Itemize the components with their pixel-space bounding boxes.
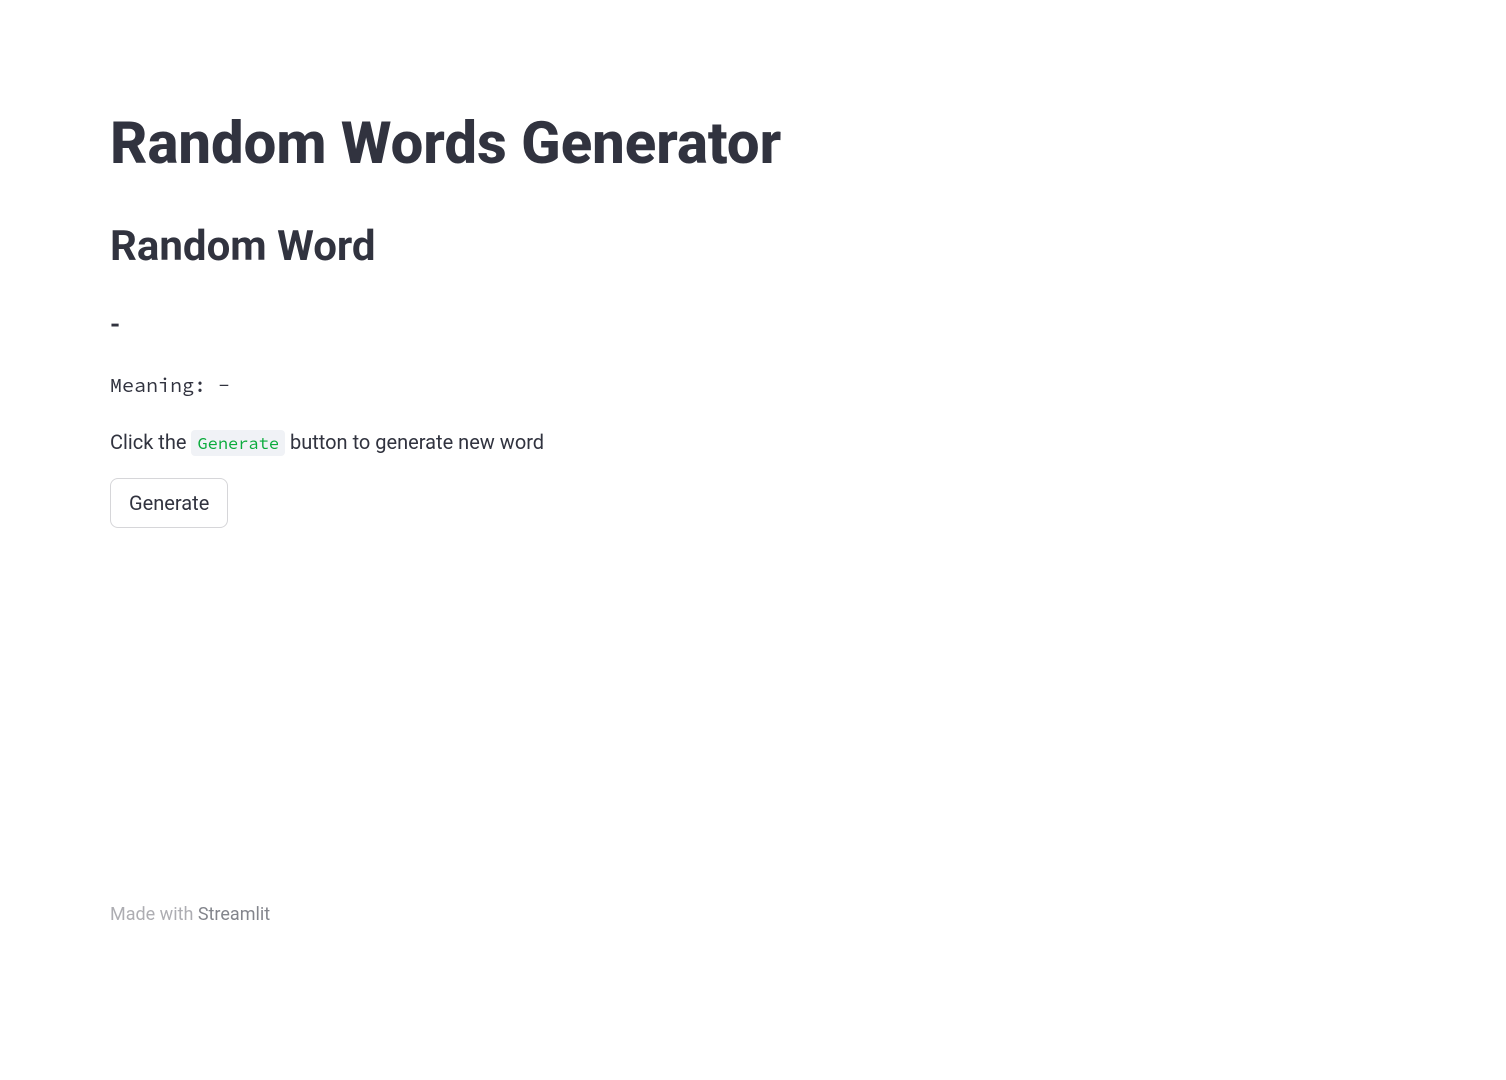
footer-brand[interactable]: Streamlit bbox=[198, 904, 270, 925]
main-content: Random Words Generator Random Word - Mea… bbox=[0, 0, 1506, 528]
section-header: Random Word bbox=[110, 222, 1396, 272]
instruction-suffix: button to generate new word bbox=[285, 430, 544, 454]
generate-button[interactable]: Generate bbox=[110, 478, 228, 528]
word-display: - bbox=[110, 310, 1396, 341]
meaning-line: Meaning: - bbox=[110, 373, 1396, 398]
meaning-label: Meaning: bbox=[110, 373, 218, 398]
footer-prefix: Made with bbox=[110, 904, 198, 925]
instruction-text: Click the Generate button to generate ne… bbox=[110, 428, 1396, 456]
meaning-value: - bbox=[218, 373, 230, 398]
instruction-code: Generate bbox=[191, 430, 285, 456]
footer: Made with Streamlit bbox=[110, 904, 270, 925]
instruction-prefix: Click the bbox=[110, 430, 191, 454]
page-title: Random Words Generator bbox=[110, 110, 1396, 180]
